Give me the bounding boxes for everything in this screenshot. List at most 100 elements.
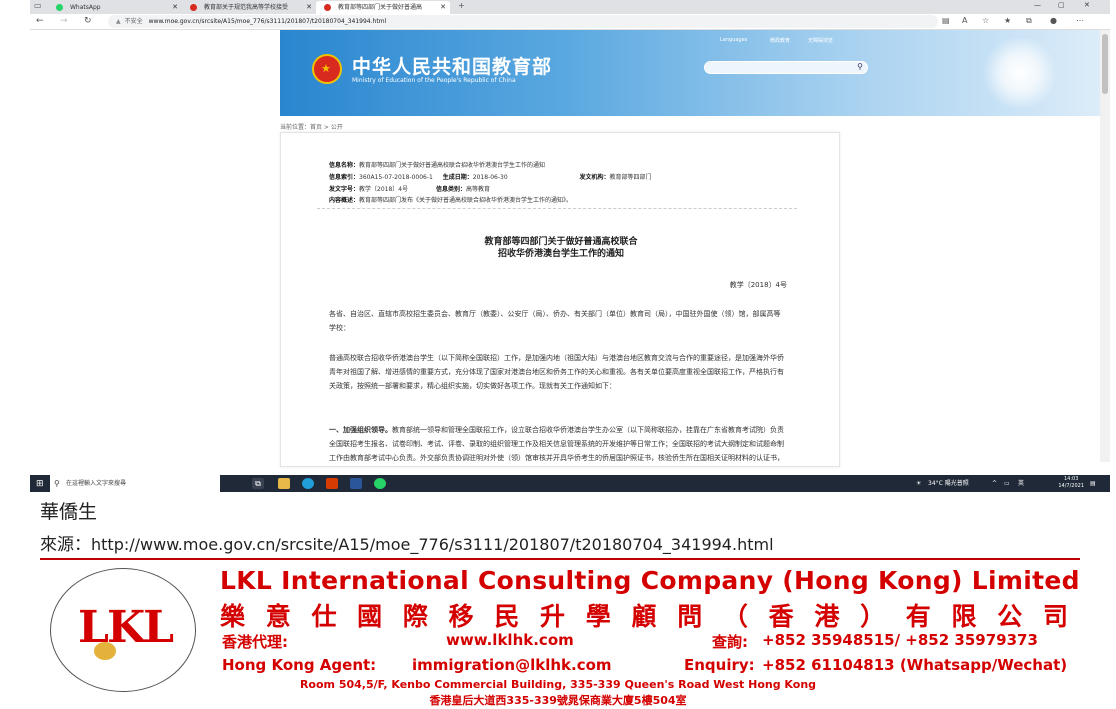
site-header: Languages 微政教育 无障碍浏览 ★ 中华人民共和国教育部 Minist… xyxy=(280,30,1100,116)
address-chinese: 香港皇后大道西335-339號晁保商業大廈5樓504室 xyxy=(429,694,687,707)
document-panel: 信息名称：教育部等四部门关于做好普通高校联合招收华侨港澳台学生工作的通知 信息索… xyxy=(280,132,840,467)
wechat-edu-link[interactable]: 微政教育 xyxy=(770,37,790,44)
favorites-icon[interactable]: ★ xyxy=(1004,16,1011,25)
close-window-icon[interactable]: ✕ xyxy=(1084,1,1090,9)
url-text: www.moe.gov.cn/srcsite/A15/moe_776/s3111… xyxy=(148,18,387,25)
zh-char: ） xyxy=(860,602,886,631)
windows-start-icon[interactable]: ⊞ xyxy=(36,479,44,489)
edge-browser-icon[interactable] xyxy=(302,478,314,489)
website-link[interactable]: www.lklhk.com xyxy=(446,631,574,649)
lion-icon xyxy=(94,642,116,660)
zh-char: 香 xyxy=(768,602,794,631)
tab-strip: ▭ WhatsApp ✕ 教育部关于规范我高等学校接受 ✕ 教育部等四部门关于做… xyxy=(30,0,1110,14)
ime-indicator[interactable]: 英 xyxy=(1018,475,1024,492)
new-tab-button[interactable]: + xyxy=(458,1,465,10)
caption-label: 華僑生 xyxy=(40,501,98,523)
email-link[interactable]: immigration@lklhk.com xyxy=(412,656,612,674)
address-english: Room 504,5/F, Kenbo Commercial Building,… xyxy=(299,678,817,691)
meta-label: 信息名称： xyxy=(329,162,360,169)
phone-hk: +852 35948515/ +852 35979373 xyxy=(762,631,1038,649)
close-tab-icon[interactable]: ✕ xyxy=(440,1,446,14)
zh-char: （ xyxy=(722,602,748,631)
reload-icon[interactable]: ↻ xyxy=(84,16,92,26)
zh-char: 意 xyxy=(265,602,291,631)
taskbar-clock[interactable]: 14:03 14/7/2021 xyxy=(1058,476,1084,490)
meta-label: 内容概述： xyxy=(329,197,360,204)
agent-label-zh: 香港代理: xyxy=(222,633,288,651)
file-explorer-icon[interactable] xyxy=(278,478,290,489)
red-divider xyxy=(40,558,1080,560)
meta-row-docno: 发文字号：教学〔2018〕4号 信息类别：高等教育 xyxy=(329,184,490,193)
tab-actions-icon[interactable]: ▭ xyxy=(34,1,42,10)
favorite-star-icon[interactable]: ☆ xyxy=(982,16,989,25)
tab-label: WhatsApp xyxy=(70,4,101,11)
meta-row-name: 信息名称：教育部等四部门关于做好普通高校联合招收华侨港澳台学生工作的通知 xyxy=(329,160,545,169)
word-icon[interactable] xyxy=(350,478,362,489)
section-text: 教育部统一领导和管理全国联招工作，设立联合招收华侨港澳台学生办公室（以下简称联招… xyxy=(329,426,784,462)
meta-label: 信息类别： xyxy=(435,186,466,193)
close-tab-icon[interactable]: ✕ xyxy=(172,1,178,14)
powerpoint-icon[interactable] xyxy=(326,478,338,489)
meta-value: 教育部等四部门 xyxy=(609,174,652,181)
network-icon[interactable]: ▭ xyxy=(1004,475,1010,492)
source-label: 來源： xyxy=(40,535,91,555)
search-icon[interactable]: ⚲ xyxy=(857,62,863,71)
clock-time: 14:03 xyxy=(1063,476,1079,482)
zh-char: 樂 xyxy=(220,602,246,631)
more-menu-icon[interactable]: ⋯ xyxy=(1076,16,1084,25)
url-field[interactable]: ▲ 不安全 www.moe.gov.cn/srcsite/A15/moe_776/s… xyxy=(108,15,938,28)
weather-icon[interactable]: ☀ xyxy=(916,475,921,492)
reader-view-icon[interactable]: ▤ xyxy=(942,16,950,25)
meta-label: 生成日期： xyxy=(442,174,473,181)
tab-whatsapp[interactable]: WhatsApp ✕ xyxy=(48,1,182,14)
minimize-icon[interactable]: — xyxy=(1034,1,1041,9)
tray-expand-icon[interactable]: ^ xyxy=(992,475,997,492)
notifications-icon[interactable]: ▤ xyxy=(1090,475,1096,492)
zh-char: 仕 xyxy=(311,602,337,631)
weather-text[interactable]: 34°C 陽光普照 xyxy=(928,475,969,492)
meta-label: 信息索引： xyxy=(329,174,360,181)
zh-char: 司 xyxy=(1042,602,1068,631)
meta-value: 教育部等四部门发布《关于做好普通高校联合招收华侨港澳台学生工作的通知》。 xyxy=(359,197,573,204)
moe-favicon-icon xyxy=(324,4,331,11)
meta-label: 发文机构： xyxy=(579,174,610,181)
profile-icon[interactable]: ● xyxy=(1050,16,1057,25)
back-icon[interactable]: ← xyxy=(36,16,44,26)
task-view-icon[interactable]: ⧉ xyxy=(252,478,264,489)
zh-char: 公 xyxy=(997,602,1023,631)
zh-char: 港 xyxy=(814,602,840,631)
accessibility-link[interactable]: 无障碍浏览 xyxy=(808,37,833,44)
zh-char: 移 xyxy=(448,602,474,631)
address-bar-row: ← → ↻ ▲ 不安全 www.moe.gov.cn/srcsite/A15/moe… xyxy=(30,14,1110,30)
forward-icon[interactable]: → xyxy=(60,16,68,26)
meta-row-index: 信息索引：360A15-07-2018-0006-1 生成日期：2018-06-… xyxy=(329,172,652,181)
tab-moe-notice[interactable]: 教育部等四部门关于做好普通高 ✕ xyxy=(316,1,450,14)
zh-char: 升 xyxy=(540,602,566,631)
caption-source: 來源：http://www.moe.gov.cn/srcsite/A15/moe… xyxy=(40,530,774,555)
tab-moe-regulation[interactable]: 教育部关于规范我高等学校接受 ✕ xyxy=(182,1,316,14)
taskbar-search-input[interactable]: ⚲ 在這裡輸入文字來搜尋 xyxy=(50,475,220,492)
meta-value: 教学〔2018〕4号 xyxy=(359,186,409,193)
enquiry-label-zh: 查詢: xyxy=(712,633,748,651)
zh-char: 顧 xyxy=(631,602,657,631)
languages-link[interactable]: Languages xyxy=(720,37,747,43)
page-scrollbar[interactable] xyxy=(1100,30,1110,462)
zh-char: 學 xyxy=(585,602,611,631)
site-search-input[interactable]: ⚲ xyxy=(704,61,868,74)
document-title-line2: 招收华侨港澳台学生工作的通知 xyxy=(497,249,624,259)
search-placeholder: 在這裡輸入文字來搜尋 xyxy=(66,480,127,487)
browser-screenshot: ▭ WhatsApp ✕ 教育部关于规范我高等学校接受 ✕ 教育部等四部门关于做… xyxy=(30,0,1110,492)
close-tab-icon[interactable]: ✕ xyxy=(306,1,312,14)
whatsapp-taskbar-icon[interactable] xyxy=(374,478,386,489)
company-name-english: LKL International Consulting Company (Ho… xyxy=(220,566,1080,595)
security-label: 不安全 xyxy=(124,18,143,25)
collections-icon[interactable]: ⧉ xyxy=(1026,16,1032,26)
meta-value: 教育部等四部门关于做好普通高校联合招收华侨港澳台学生工作的通知 xyxy=(359,162,546,169)
whatsapp-icon xyxy=(56,4,63,11)
maximize-icon[interactable]: ▢ xyxy=(1058,1,1065,9)
zh-char: 問 xyxy=(677,602,703,631)
source-url: http://www.moe.gov.cn/srcsite/A15/moe_77… xyxy=(91,535,774,554)
scrollbar-thumb[interactable] xyxy=(1102,34,1108,94)
read-aloud-icon[interactable]: A xyxy=(962,16,967,25)
windows-taskbar: ⊞ ⚲ 在這裡輸入文字來搜尋 ⧉ ☀ 34°C 陽光普照 ^ ▭ 英 14:03 … xyxy=(30,475,1110,492)
